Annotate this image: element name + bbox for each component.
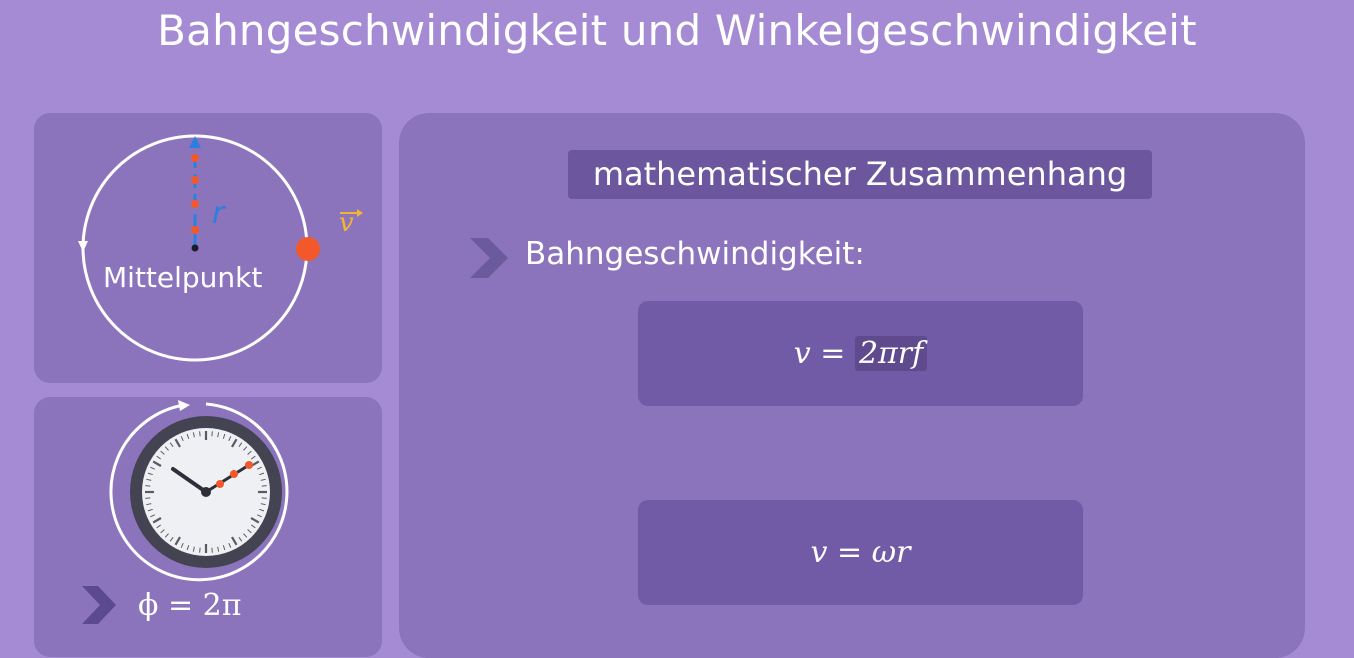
formula-1: v = 2πrf: [638, 336, 1083, 372]
formula-box-2: v = ωr: [638, 500, 1083, 605]
formula-2: v = ωr: [810, 535, 911, 570]
formula-1-lhs: v =: [793, 336, 855, 371]
formula-box-1: v = 2πrf: [638, 301, 1083, 406]
bahngeschwindigkeit-label: Bahngeschwindigkeit:: [525, 236, 865, 272]
chevron-icon: [470, 238, 508, 278]
formula-1-highlight: 2πrf: [854, 336, 928, 371]
